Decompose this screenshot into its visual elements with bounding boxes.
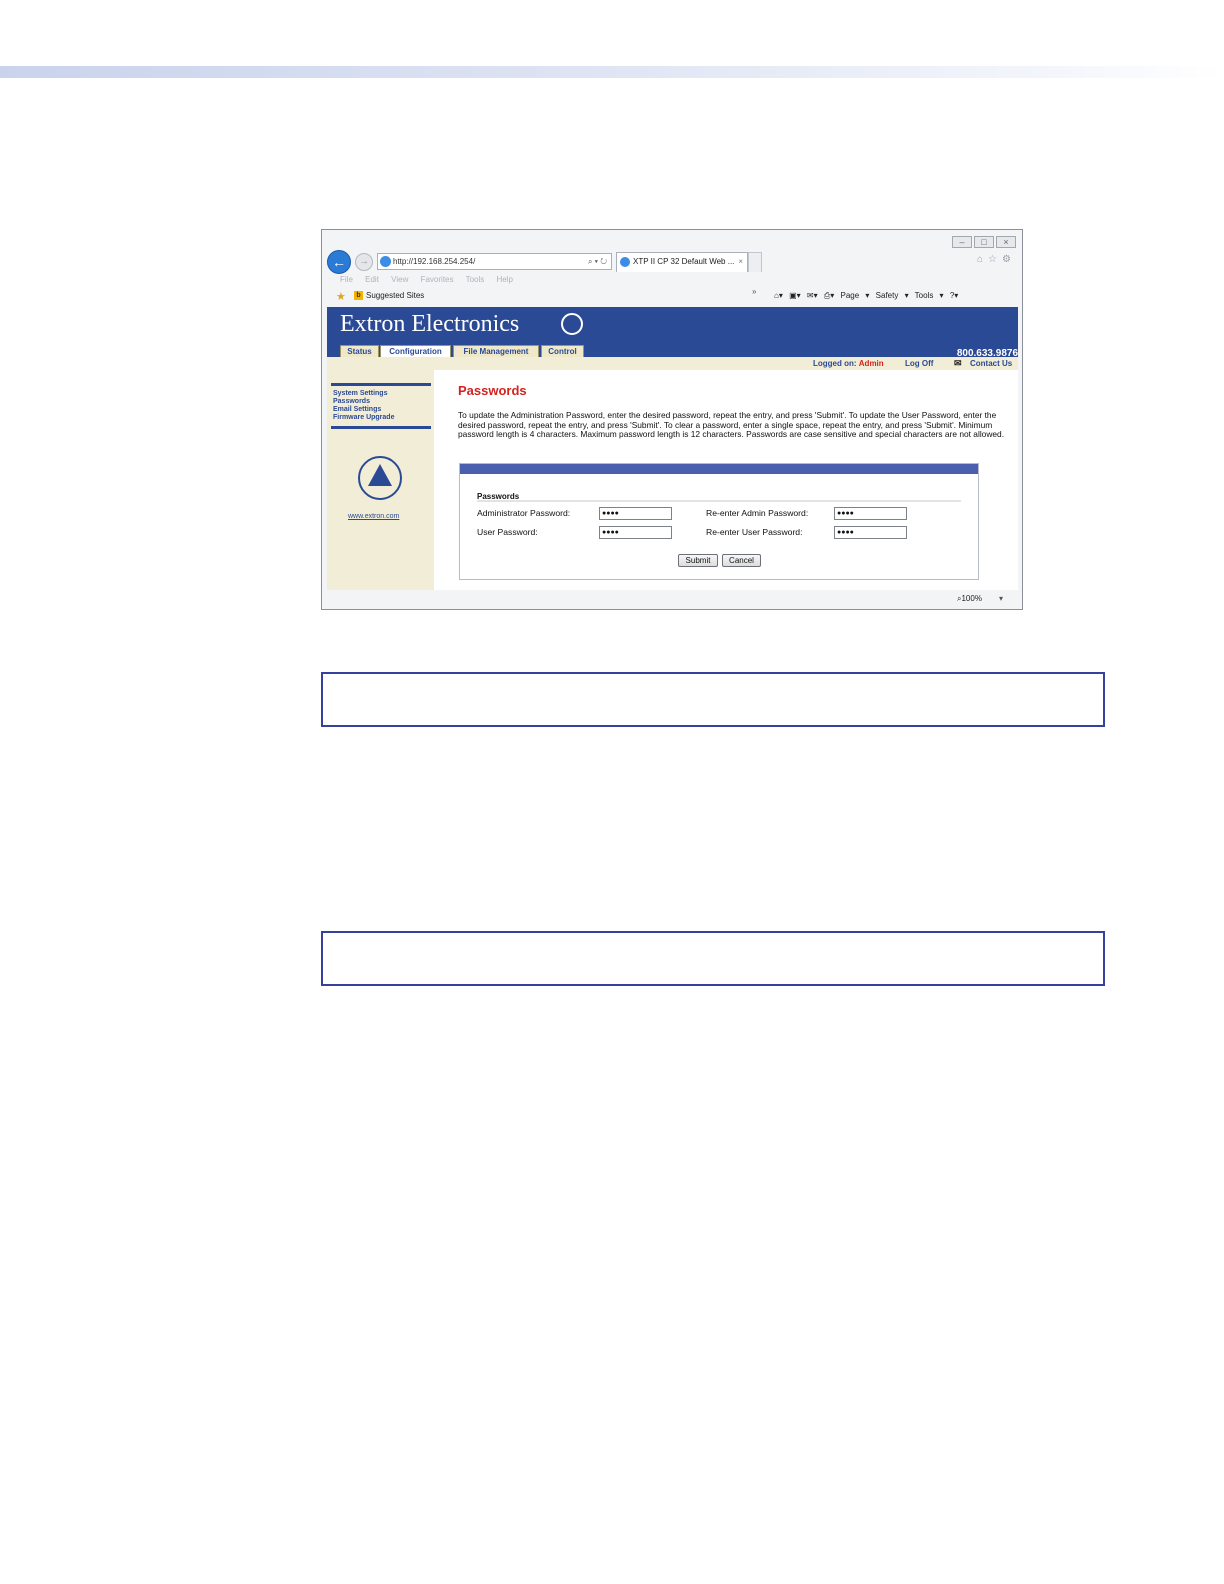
tab-status[interactable]: Status xyxy=(340,345,379,357)
command-menus[interactable]: Page ▾ Safety ▾ Tools ▾ xyxy=(841,291,944,300)
browser-window: – □ × ← → http://192.168.254.254/ ⌕ ▾ ↻ … xyxy=(321,229,1023,610)
menu-tools[interactable]: Tools xyxy=(466,275,485,284)
print-icon[interactable]: ⎙▾ xyxy=(824,291,834,300)
login-strip: Logged on: Admin Log Off ✉ Contact Us xyxy=(327,357,1018,370)
sidebar-item-email-settings[interactable]: Email Settings xyxy=(333,406,381,413)
contact-us-link[interactable]: Contact Us xyxy=(970,359,1012,368)
ie-icon xyxy=(620,257,630,267)
user-password-label: User Password: xyxy=(477,527,538,537)
brand-logo: Extron Electronics xyxy=(340,311,520,337)
site-banner: Extron Electronics Status Configuration … xyxy=(327,307,1018,359)
menu-bar: File Edit View Favorites Tools Help xyxy=(340,275,523,284)
chevron-icon[interactable]: » xyxy=(752,287,756,296)
web-page: Extron Electronics Status Configuration … xyxy=(327,307,1018,590)
envelope-icon: ✉ xyxy=(954,358,962,368)
service-support-seal-icon xyxy=(358,456,402,500)
bing-icon: b xyxy=(354,291,363,300)
readmin-password-label: Re-enter Admin Password: xyxy=(706,508,809,518)
new-tab-button[interactable] xyxy=(748,252,762,272)
menu-favorites[interactable]: Favorites xyxy=(421,275,454,284)
home-icon[interactable]: ⌂▾ xyxy=(774,291,783,300)
logged-on-status: Logged on: Admin xyxy=(813,359,884,368)
maximize-button[interactable]: □ xyxy=(974,236,994,248)
header-gradient-band xyxy=(0,66,1224,78)
browser-tab[interactable]: XTP II CP 32 Default Web ... × xyxy=(616,252,748,272)
note-box xyxy=(321,931,1105,986)
reuser-password-input[interactable]: ●●●● xyxy=(834,526,907,539)
sidebar-divider xyxy=(331,426,431,429)
suggested-sites-link[interactable]: Suggested Sites xyxy=(366,291,424,300)
logged-on-label: Logged on: xyxy=(813,359,857,368)
submit-button[interactable]: Submit xyxy=(678,554,718,567)
zoom-dropdown-icon[interactable]: ▾ xyxy=(999,594,1003,603)
address-url: http://192.168.254.254/ xyxy=(393,257,476,266)
sidebar-item-passwords[interactable]: Passwords xyxy=(333,398,370,405)
menu-edit[interactable]: Edit xyxy=(365,275,379,284)
readmin-password-input[interactable]: ●●●● xyxy=(834,507,907,520)
back-icon[interactable]: ← xyxy=(327,250,351,274)
mail-icon[interactable]: ✉▾ xyxy=(807,291,818,300)
note-box xyxy=(321,672,1105,727)
log-off-link[interactable]: Log Off xyxy=(905,359,933,368)
legend-divider xyxy=(477,500,961,502)
zoom-level[interactable]: ⌕100% xyxy=(957,594,982,604)
feeds-icon[interactable]: ▣▾ xyxy=(789,291,801,300)
address-bar[interactable]: http://192.168.254.254/ ⌕ ▾ ↻ xyxy=(377,253,612,270)
tab-title: XTP II CP 32 Default Web ... xyxy=(633,257,735,266)
page-description: To update the Administration Password, e… xyxy=(458,410,1005,440)
logged-on-user: Admin xyxy=(858,359,884,368)
help-icon[interactable]: ?▾ xyxy=(950,291,958,300)
forward-icon[interactable]: → xyxy=(355,253,373,271)
menu-view[interactable]: View xyxy=(391,275,408,284)
tab-close-icon[interactable]: × xyxy=(738,253,743,271)
zoom-value: 100% xyxy=(961,594,982,603)
sidebar-divider xyxy=(331,383,431,386)
reuser-password-label: Re-enter User Password: xyxy=(706,527,803,537)
page-title: Passwords xyxy=(458,383,527,398)
command-bar[interactable]: ⌂▾ ▣▾ ✉▾ ⎙▾ Page ▾ Safety ▾ Tools ▾ ?▾ xyxy=(774,291,958,301)
ie-icon xyxy=(380,256,391,267)
browser-status-bar: ⌕100% ▾ xyxy=(327,591,1018,609)
main-content: Passwords To update the Administration P… xyxy=(434,370,1018,590)
admin-password-input[interactable]: ●●●● xyxy=(599,507,672,520)
cancel-button[interactable]: Cancel xyxy=(722,554,761,567)
menu-file[interactable]: File xyxy=(340,275,353,284)
form-header-bar xyxy=(460,464,978,474)
sidebar: System Settings Passwords Email Settings… xyxy=(327,370,434,590)
favorites-star-icon[interactable]: ★ xyxy=(336,290,346,303)
home-favorites-settings-icons[interactable]: ⌂☆⚙ xyxy=(977,254,1016,265)
admin-password-label: Administrator Password: xyxy=(477,508,571,518)
password-form: Passwords Administrator Password: ●●●● R… xyxy=(459,463,979,580)
tab-file-management[interactable]: File Management xyxy=(453,345,539,357)
sidebar-item-firmware-upgrade[interactable]: Firmware Upgrade xyxy=(333,414,394,421)
close-window-button[interactable]: × xyxy=(996,236,1016,248)
sidebar-item-system-settings[interactable]: System Settings xyxy=(333,390,387,397)
extron-website-link[interactable]: www.extron.com xyxy=(348,513,399,520)
menu-help[interactable]: Help xyxy=(497,275,513,284)
user-password-input[interactable]: ●●●● xyxy=(599,526,672,539)
minimize-button[interactable]: – xyxy=(952,236,972,248)
tab-configuration[interactable]: Configuration xyxy=(380,345,451,357)
search-refresh-icon[interactable]: ⌕ ▾ ↻ xyxy=(588,254,607,269)
globe-icon xyxy=(561,313,583,335)
favorites-bar: ★ b Suggested Sites » ⌂▾ ▣▾ ✉▾ ⎙▾ Page ▾… xyxy=(322,287,1022,305)
navigation-bar: ← → http://192.168.254.254/ ⌕ ▾ ↻ XTP II… xyxy=(322,248,1022,274)
tab-control[interactable]: Control xyxy=(541,345,584,357)
